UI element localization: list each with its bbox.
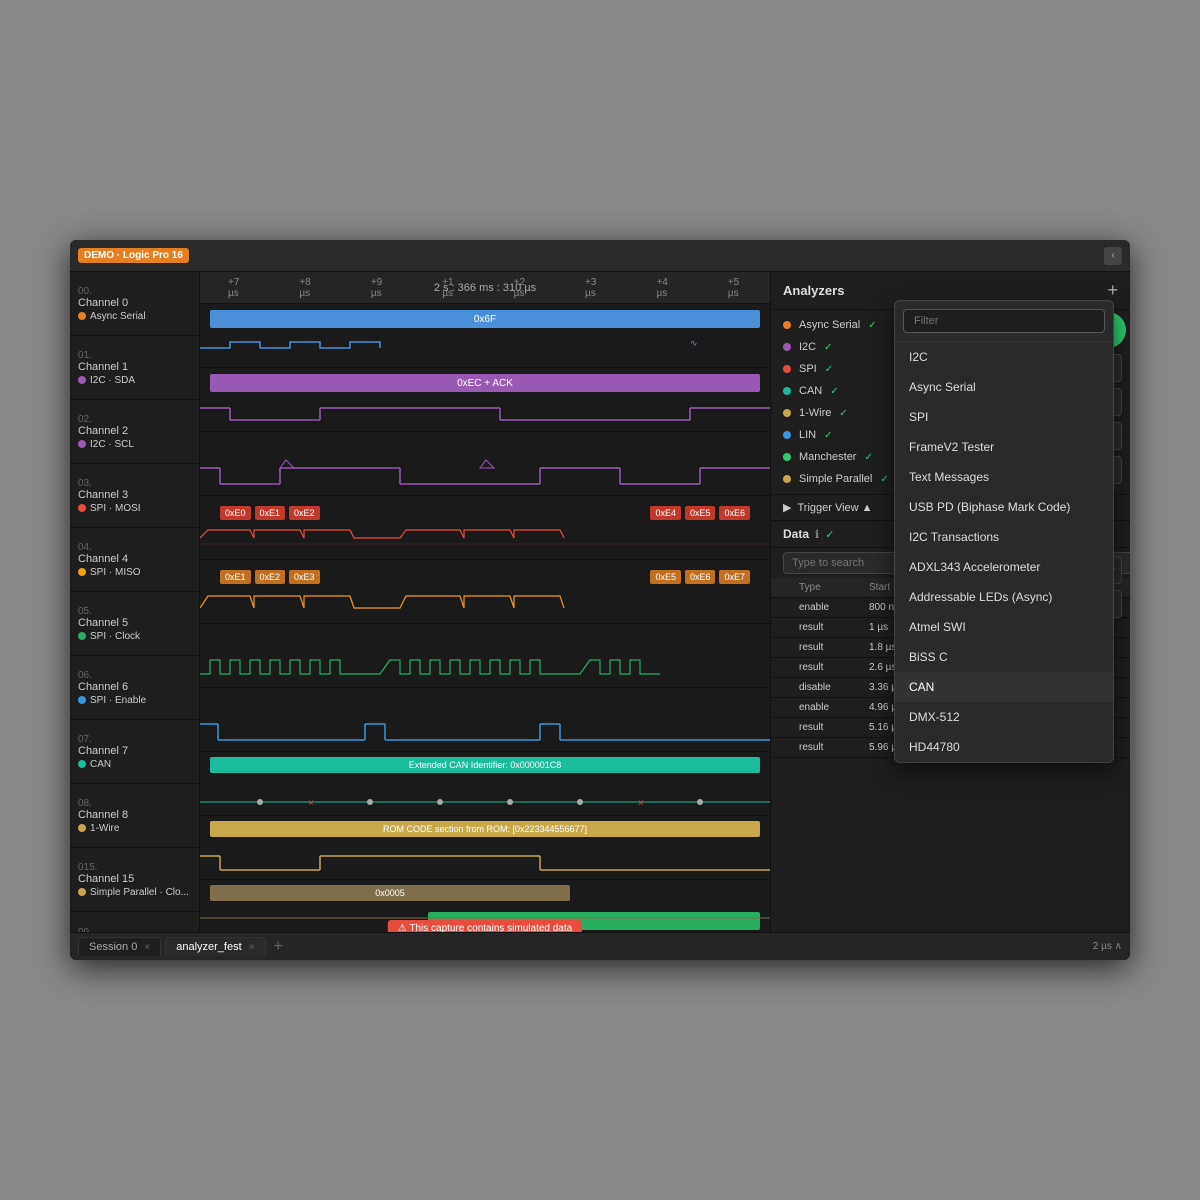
new-tab-button[interactable]: + <box>270 938 287 956</box>
analyzers-title: Analyzers <box>783 283 844 298</box>
waveform-row-3: 0xE0 0xE1 0xE2 0xE4 0xE5 0xE6 <box>200 496 770 560</box>
dropdown-item-i2c[interactable]: I2C <box>895 342 1113 372</box>
dropdown-item-text-messages[interactable]: Text Messages <box>895 462 1113 492</box>
data-title: Data <box>783 527 809 541</box>
tab-close-analyzer-fest[interactable]: × <box>249 942 255 953</box>
channel-list: 00. Channel 0 Async Serial 01. Channel 1… <box>70 272 200 932</box>
channel-item: 03. Channel 3 SPI · MOSI <box>70 464 199 528</box>
waveform-row-6 <box>200 688 770 752</box>
channel-item: 00. Channel 0 Async Serial <box>70 272 199 336</box>
dropdown-item-atmel-swi[interactable]: Atmel SWI <box>895 612 1113 642</box>
channel-item: 06. Channel 6 SPI · Enable <box>70 656 199 720</box>
timeline-header: 2 s : 366 ms : 310 µs +7 µs +8 µs +9 µs … <box>200 272 770 304</box>
dropdown-item-adxl343[interactable]: ADXL343 Accelerometer <box>895 552 1113 582</box>
timeline-title: 2 s : 366 ms : 310 µs <box>434 282 536 294</box>
waveform-row-8: ROM CODE section from ROM: [0x2233445566… <box>200 816 770 880</box>
zoom-indicator: 2 µs ∧ <box>1093 941 1122 952</box>
channel-item: 015. Channel 15 Simple Parallel · Clo... <box>70 848 199 912</box>
filter-input-wrap <box>895 301 1113 342</box>
channel-item: 07. Channel 7 CAN <box>70 720 199 784</box>
collapse-button[interactable]: ‹ <box>1104 247 1122 265</box>
channel-item: 05. Channel 5 SPI · Clock <box>70 592 199 656</box>
waveform-row-7: Extended CAN Identifier: 0x000001C8 × × <box>200 752 770 816</box>
waveform-row-1: 0xEC + ACK <box>200 368 770 432</box>
svg-text:×: × <box>638 798 644 809</box>
waveform-row-0: 0x6F ∿ <box>200 304 770 368</box>
dropdown-item-addressable-leds[interactable]: Addressable LEDs (Async) <box>895 582 1113 612</box>
dropdown-item-can[interactable]: CAN <box>895 672 1113 702</box>
waveform-row-5 <box>200 624 770 688</box>
outer-wrapper: DEMO · Logic Pro 16 ‹ 00. Channel 0 Asyn… <box>0 0 1200 1200</box>
app-badge: DEMO · Logic Pro 16 <box>78 248 189 263</box>
svg-text:×: × <box>308 798 314 809</box>
channel-item: 01. Channel 1 I2C · SDA <box>70 336 199 400</box>
waveform-row-4: 0xE1 0xE2 0xE3 0xE5 0xE6 0xE7 <box>200 560 770 624</box>
top-bar: DEMO · Logic Pro 16 ‹ <box>70 240 1130 272</box>
dropdown-item-async-serial[interactable]: Async Serial <box>895 372 1113 402</box>
app-window: DEMO · Logic Pro 16 ‹ 00. Channel 0 Asyn… <box>70 240 1130 960</box>
channel-item: 08. Channel 8 1-Wire <box>70 784 199 848</box>
dropdown-item-i2c-transactions[interactable]: I2C Transactions <box>895 522 1113 552</box>
dropdown-item-usb-pd[interactable]: USB PD (Biphase Mark Code) <box>895 492 1113 522</box>
analyzer-dropdown: I2C Async Serial SPI FrameV2 Tester Text… <box>894 300 1114 763</box>
channel-item: 04. Channel 4 SPI · MISO <box>70 528 199 592</box>
channel-item: 09. Channel 9 <box>70 912 199 932</box>
dropdown-item-biss-c[interactable]: BiSS C <box>895 642 1113 672</box>
waveform-area: 2 s : 366 ms : 310 µs +7 µs +8 µs +9 µs … <box>200 272 770 932</box>
svg-text:∿: ∿ <box>690 338 698 348</box>
tab-bar: Session 0 × analyzer_fest × + 2 µs ∧ <box>70 932 1130 960</box>
tab-close-session0[interactable]: × <box>144 942 150 953</box>
add-analyzer-button[interactable]: + <box>1107 280 1118 301</box>
filter-input[interactable] <box>903 309 1105 333</box>
tab-session0[interactable]: Session 0 × <box>78 937 161 956</box>
right-panel: Analyzers + Async Serial ✓ I2C ✓ <box>770 272 1130 932</box>
tab-analyzer-fest[interactable]: analyzer_fest × <box>165 937 265 956</box>
channel-item: 02. Channel 2 I2C · SCL <box>70 400 199 464</box>
dropdown-item-spi[interactable]: SPI <box>895 402 1113 432</box>
main-content: 00. Channel 0 Async Serial 01. Channel 1… <box>70 272 1130 932</box>
dropdown-item-dmx512[interactable]: DMX-512 <box>895 702 1113 732</box>
dropdown-item-framev2[interactable]: FrameV2 Tester <box>895 432 1113 462</box>
waveform-row-9: 0x0005 ⚠ This capture contains simulated… <box>200 880 770 932</box>
waveform-row-2 <box>200 432 770 496</box>
dropdown-item-hd44780[interactable]: HD44780 <box>895 732 1113 762</box>
waveform-rows: 0x6F ∿ 0xEC + ACK <box>200 304 770 932</box>
